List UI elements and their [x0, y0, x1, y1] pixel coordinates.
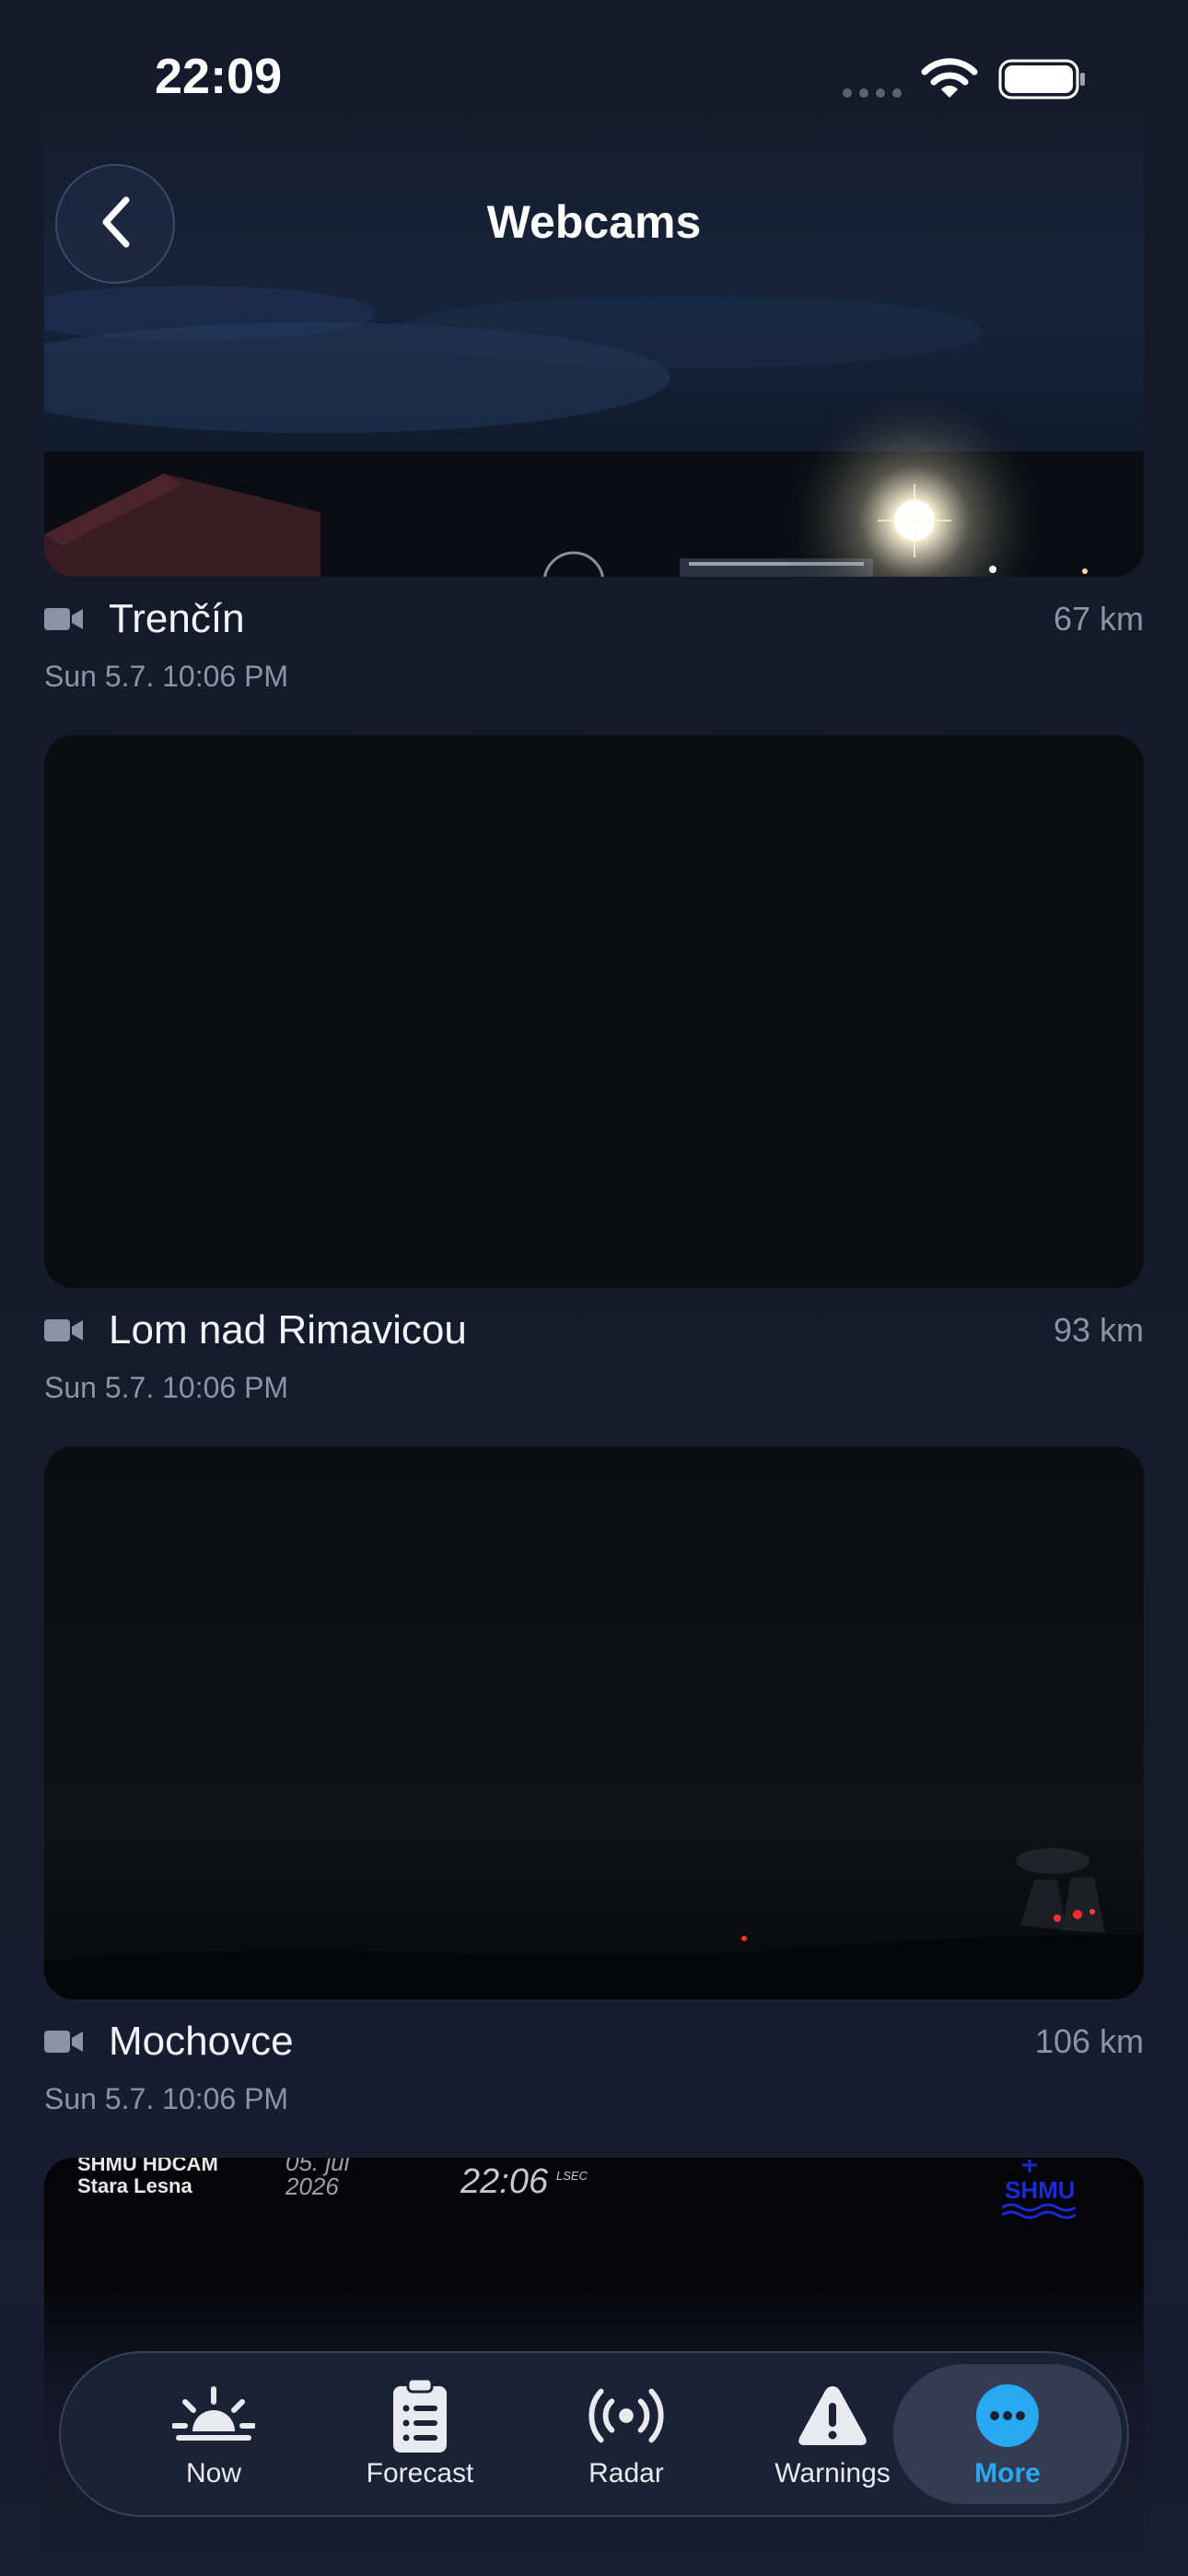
tab-more[interactable]: More	[910, 2353, 1105, 2515]
tab-label: More	[974, 2458, 1041, 2488]
webcam-distance: 67 km	[1053, 600, 1144, 638]
tab-label: Now	[185, 2458, 241, 2488]
webcam-date: Sun 5.7. 10:06 PM	[44, 2082, 289, 2115]
webcam-name: Mochovce	[109, 2019, 294, 2064]
webcam-title-row[interactable]: Mochovce 106 km	[44, 2014, 1144, 2069]
status-time: 22:09	[155, 49, 283, 104]
tab-label: Radar	[588, 2458, 664, 2488]
tab-radar[interactable]: Radar	[529, 2353, 724, 2515]
webcam-distance: 93 km	[1053, 1311, 1144, 1349]
signal-icon	[842, 87, 904, 104]
tab-bar: Now Forecast Radar Warnings More	[59, 2351, 1129, 2517]
tab-warnings[interactable]: Warnings	[735, 2353, 930, 2515]
sunrise-icon	[172, 2379, 255, 2453]
clipboard-list-icon	[379, 2377, 461, 2453]
webcam-overlay-time: 22:06	[460, 2162, 549, 2201]
webcam-name: Lom nad Rimavicou	[109, 1307, 467, 1352]
webcam-overlay-station: SHMU HDCAM	[77, 2158, 218, 2175]
more-icon	[966, 2379, 1049, 2453]
webcam-night-plant-scene	[44, 1446, 1144, 1999]
webcam-dark-scene	[44, 735, 1144, 1288]
tab-now[interactable]: Now	[116, 2353, 311, 2515]
webcam-overlay-date-year: 2026	[285, 2172, 339, 2200]
webcam-title-row[interactable]: Trenčín 67 km	[44, 591, 1144, 647]
battery-icon	[998, 59, 1087, 104]
video-camera-icon	[44, 2027, 88, 2056]
webcams-screen: Trenčín 67 km Sun 5.7. 10:06 PM Lom nad …	[0, 0, 1188, 2576]
tab-label: Warnings	[775, 2458, 891, 2488]
webcam-date: Sun 5.7. 10:06 PM	[44, 660, 289, 693]
webcam-overlay-place: Stara Lesna	[77, 2174, 192, 2197]
radar-icon	[585, 2379, 668, 2453]
webcam-name: Trenčín	[109, 596, 245, 641]
webcam-title-row[interactable]: Lom nad Rimavicou 93 km	[44, 1303, 1144, 1358]
shmu-logo-text: SHMU	[1005, 2176, 1076, 2204]
tab-label: Forecast	[366, 2458, 474, 2488]
tab-forecast[interactable]: Forecast	[322, 2353, 518, 2515]
webcam-distance: 106 km	[1034, 2022, 1144, 2060]
webcam-image-lom-nad-rimavicou[interactable]	[44, 735, 1144, 1288]
webcam-date: Sun 5.7. 10:06 PM	[44, 1371, 289, 1404]
video-camera-icon	[44, 604, 88, 634]
webcam-overlay-time-suffix: LSEC	[556, 2169, 588, 2183]
page-title: Webcams	[486, 196, 702, 248]
webcam-image-mochovce[interactable]	[44, 1446, 1144, 1999]
wifi-icon	[921, 57, 978, 104]
warning-icon	[791, 2379, 874, 2453]
status-bar: 22:09	[0, 0, 1188, 147]
video-camera-icon	[44, 1316, 88, 1345]
